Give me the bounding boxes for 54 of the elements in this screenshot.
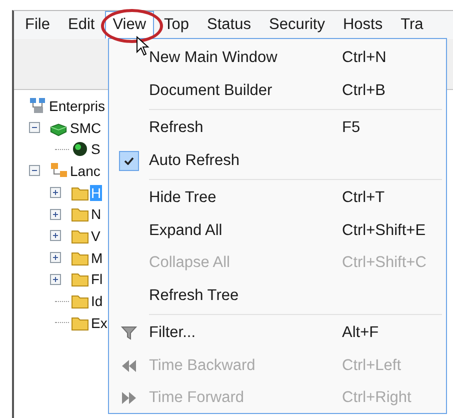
menu-item[interactable]: Security xyxy=(260,11,333,39)
tree-item[interactable]: Enterpris xyxy=(48,98,106,114)
folder-icon xyxy=(70,206,88,222)
tree-item[interactable]: SMC xyxy=(69,120,102,136)
folder-icon xyxy=(70,293,88,310)
expand-toggle[interactable] xyxy=(50,187,61,198)
funnel-icon xyxy=(121,325,137,342)
expand-toggle[interactable] xyxy=(50,252,61,264)
shortcut-text: Ctrl+T xyxy=(342,189,385,208)
fast-forward-icon xyxy=(122,392,136,404)
shortcut-text: Ctrl+Right xyxy=(342,389,412,408)
menu-entry[interactable]: New Main Window Ctrl+N xyxy=(109,42,446,74)
menu-entry[interactable]: Refresh Tree xyxy=(109,280,446,312)
shortcut-text: Ctrl+Left xyxy=(342,356,402,375)
menu-item[interactable]: Hosts xyxy=(334,11,391,39)
tree-item[interactable]: S xyxy=(90,141,102,158)
folder-icon xyxy=(70,314,88,331)
menu-entry[interactable]: Document Builder Ctrl+B xyxy=(109,74,446,107)
checkmark-icon xyxy=(124,156,134,165)
tree-item[interactable]: N xyxy=(90,206,102,222)
folder-icon xyxy=(70,228,88,244)
shortcut-text: Ctrl+Shift+E xyxy=(342,222,426,240)
menu-item[interactable]: File xyxy=(17,11,58,39)
tree-item[interactable]: Id xyxy=(90,293,104,310)
shortcut-text: Ctrl+Shift+C xyxy=(342,254,426,272)
menu-entry[interactable]: Refresh F5 xyxy=(109,112,446,144)
network-icon xyxy=(50,162,68,180)
network-icon xyxy=(28,96,46,115)
menu-entry[interactable]: Auto Refresh xyxy=(109,144,446,177)
folder-icon xyxy=(70,250,88,266)
menu-entry[interactable]: Filter... Alt+F xyxy=(109,317,446,350)
menu-entry[interactable]: Hide Tree Ctrl+T xyxy=(109,182,446,214)
menu-item[interactable]: Edit xyxy=(60,11,103,39)
folder-icon xyxy=(70,271,88,288)
collapse-toggle[interactable] xyxy=(29,165,40,176)
tree-item[interactable]: Lanc xyxy=(69,162,102,179)
tree-item[interactable]: V xyxy=(90,228,102,244)
menu-entry[interactable]: Expand All Ctrl+Shift+E xyxy=(109,214,446,247)
expand-toggle[interactable] xyxy=(50,230,61,242)
rewind-icon xyxy=(122,360,136,372)
collapse-toggle[interactable] xyxy=(29,122,40,134)
shortcut-text: Ctrl+N xyxy=(342,49,386,68)
folder-icon xyxy=(70,184,88,201)
menu-item[interactable]: Tra xyxy=(392,11,432,39)
tree-item[interactable]: Ex xyxy=(90,314,108,331)
tree-item[interactable]: Fl xyxy=(90,271,104,288)
menu-item[interactable]: Status xyxy=(199,11,259,39)
status-ball-icon xyxy=(72,141,88,158)
tree-item[interactable]: M xyxy=(90,250,104,266)
shortcut-text: Ctrl+B xyxy=(342,82,386,100)
expand-toggle[interactable] xyxy=(50,274,61,285)
expand-toggle[interactable] xyxy=(50,208,61,220)
shortcut-text: F5 xyxy=(342,119,360,138)
shortcut-text: Alt+F xyxy=(342,324,379,342)
